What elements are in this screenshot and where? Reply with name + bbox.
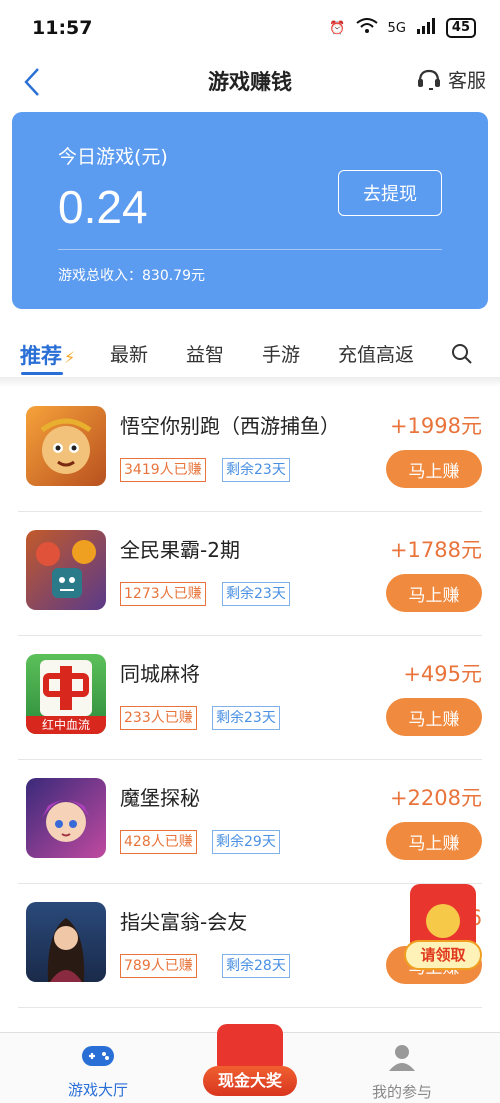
user-icon bbox=[389, 1045, 415, 1071]
game-reward: +1998元 bbox=[389, 414, 482, 438]
lightning-icon: ⚡ bbox=[64, 348, 76, 367]
earnings-card: 今日游戏(元) 0.24 去提现 游戏总收入：830.79元 bbox=[12, 112, 488, 309]
tab-recommended[interactable]: 推荐 ⚡ bbox=[20, 340, 75, 370]
game-name: 魔堡探秘 bbox=[120, 786, 200, 810]
active-tab-indicator bbox=[21, 372, 63, 375]
game-reward: +1788元 bbox=[389, 538, 482, 562]
remaining-days-badge: 剩余28天 bbox=[222, 954, 290, 978]
search-button[interactable] bbox=[450, 342, 474, 366]
game-icon-fruit bbox=[26, 530, 106, 610]
tab-label: 推荐 bbox=[20, 344, 62, 368]
game-icon-wukong bbox=[26, 406, 106, 486]
alarm-icon: ⏰ bbox=[329, 20, 346, 36]
card-divider bbox=[58, 249, 442, 250]
signal-icon bbox=[416, 18, 436, 38]
total-income: 游戏总收入：830.79元 bbox=[58, 268, 205, 284]
earn-now-button[interactable]: 马上赚 bbox=[386, 822, 482, 860]
game-name: 全民果霸-2期 bbox=[120, 538, 240, 562]
network-label: 5G bbox=[387, 20, 406, 36]
game-reward: +495元 bbox=[403, 662, 482, 686]
withdraw-button[interactable]: 去提现 bbox=[338, 170, 442, 216]
mahjong-icon-caption: 红中血流 bbox=[26, 716, 106, 734]
remaining-days-badge: 剩余29天 bbox=[212, 830, 280, 854]
status-bar: 11:57 ⏰ 5G 45 bbox=[0, 0, 500, 56]
game-reward: +2208元 bbox=[389, 786, 482, 810]
status-time: 11:57 bbox=[32, 17, 93, 39]
game-name: 同城麻将 bbox=[120, 662, 200, 686]
nav-bar: 游戏赚钱 客服 bbox=[0, 56, 500, 108]
tab-label: 现金大奖 bbox=[203, 1066, 297, 1096]
game-row[interactable]: 全民果霸-2期 +1788元 1273人已赚 剩余23天 马上赚 bbox=[18, 512, 482, 636]
game-icon-castle bbox=[26, 778, 106, 858]
earned-count-badge: 428人已赚 bbox=[120, 830, 197, 854]
earned-count-badge: 1273人已赚 bbox=[120, 582, 206, 606]
game-row[interactable]: 红中血流 同城麻将 +495元 233人已赚 剩余23天 马上赚 bbox=[18, 636, 482, 760]
tab-cash-prize[interactable]: 现金大奖 bbox=[203, 1024, 297, 1096]
earn-now-button[interactable]: 马上赚 bbox=[386, 698, 482, 736]
claim-label: 请领取 bbox=[404, 940, 482, 970]
earned-count-badge: 233人已赚 bbox=[120, 706, 197, 730]
game-row[interactable]: 悟空你别跑（西游捕鱼） +1998元 3419人已赚 剩余23天 马上赚 bbox=[18, 388, 482, 512]
tab-label: 游戏大厅 bbox=[67, 1081, 128, 1099]
tab-mobile-games[interactable]: 手游 bbox=[262, 340, 300, 367]
earned-count-badge: 789人已赚 bbox=[120, 954, 197, 978]
game-icon-mahjong: 红中血流 bbox=[26, 654, 106, 734]
earn-now-button[interactable]: 马上赚 bbox=[386, 574, 482, 612]
remaining-days-badge: 剩余23天 bbox=[222, 582, 290, 606]
headset-icon bbox=[417, 69, 440, 90]
tab-game-lobby[interactable]: 游戏大厅 bbox=[38, 1043, 158, 1100]
remaining-days-badge: 剩余23天 bbox=[212, 706, 280, 730]
service-label: 客服 bbox=[447, 70, 486, 92]
status-icons: ⏰ 5G 45 bbox=[329, 18, 476, 38]
wifi-icon bbox=[355, 18, 378, 38]
tab-my-participation[interactable]: 我的参与 bbox=[342, 1043, 462, 1102]
tab-recharge-rebate[interactable]: 充值高返 bbox=[338, 340, 414, 367]
tab-puzzle[interactable]: 益智 bbox=[186, 340, 224, 367]
gamepad-icon bbox=[82, 1046, 114, 1066]
customer-service-button[interactable]: 客服 bbox=[416, 66, 486, 93]
search-icon bbox=[452, 344, 472, 364]
earn-now-button[interactable]: 马上赚 bbox=[386, 450, 482, 488]
tabs-shadow bbox=[0, 377, 500, 387]
coin-icon bbox=[426, 904, 460, 938]
red-packet-float[interactable]: 请领取 bbox=[404, 884, 482, 980]
battery-icon: 45 bbox=[445, 18, 476, 38]
category-tabs: 推荐 ⚡ 最新 益智 手游 充值高返 bbox=[0, 330, 500, 380]
earned-count-badge: 3419人已赚 bbox=[120, 458, 206, 482]
remaining-days-badge: 剩余23天 bbox=[222, 458, 290, 482]
tab-latest[interactable]: 最新 bbox=[110, 340, 148, 367]
today-earnings-amount: 0.24 bbox=[58, 181, 148, 233]
game-name: 悟空你别跑（西游捕鱼） bbox=[120, 414, 340, 438]
game-icon-tycoon bbox=[26, 902, 106, 982]
today-earnings-label: 今日游戏(元) bbox=[58, 146, 168, 168]
game-row[interactable]: 魔堡探秘 +2208元 428人已赚 剩余29天 马上赚 bbox=[18, 760, 482, 884]
tab-label: 我的参与 bbox=[371, 1083, 432, 1101]
game-name: 指尖富翁-会友 bbox=[120, 910, 248, 934]
